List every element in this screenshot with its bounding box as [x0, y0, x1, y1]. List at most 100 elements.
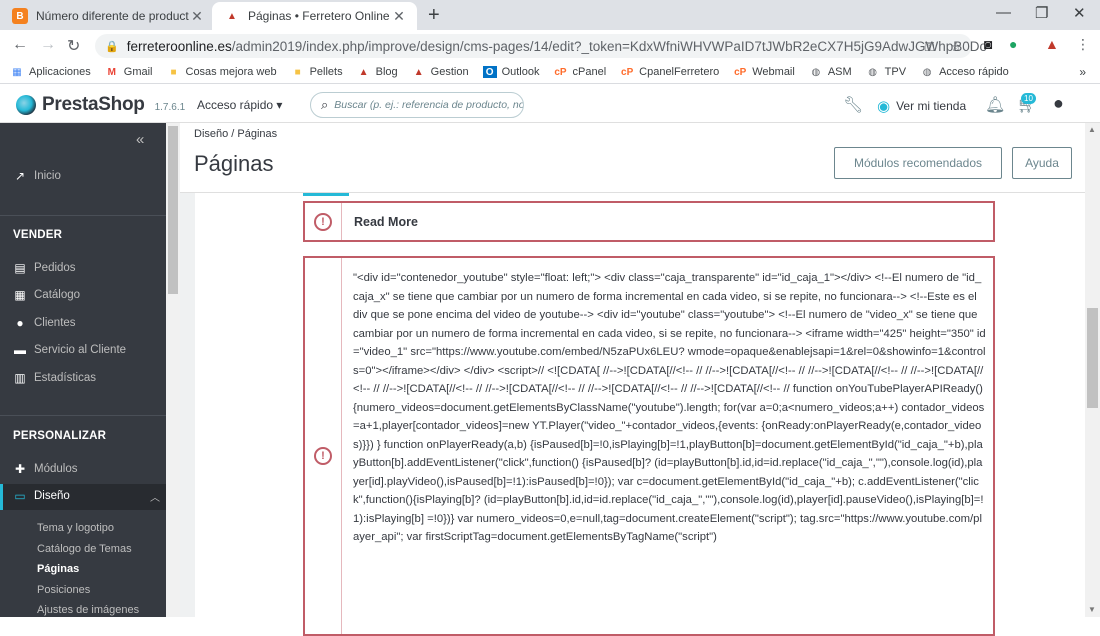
search-icon: ⌕: [321, 97, 329, 112]
tab-title: Páginas • Ferretero Online -Segur: [248, 9, 391, 23]
bookmark-tpv[interactable]: ◍ TPV: [866, 66, 906, 78]
cpanel-icon: cP: [734, 66, 747, 78]
bookmark-folder[interactable]: ■ Pellets: [291, 66, 343, 78]
ferretero-favicon-icon: ▲: [224, 8, 240, 24]
profile-extension-icon[interactable]: ▲: [1045, 36, 1059, 52]
globe-icon: ◍: [922, 66, 932, 78]
browser-menu-icon[interactable]: ⋮: [1076, 36, 1090, 53]
back-icon[interactable]: ←: [12, 36, 28, 54]
bar-chart-icon: ▥: [14, 371, 26, 385]
tab-title: Número diferente de productos po: [36, 9, 189, 23]
forward-icon[interactable]: →: [40, 36, 56, 54]
more-bookmarks-icon[interactable]: »: [1079, 65, 1086, 79]
sidebar-item-inicio[interactable]: ↗ Inicio: [13, 169, 61, 183]
sidebar-item-estadisticas[interactable]: ▥ Estadísticas: [13, 371, 96, 385]
alert-icon-box: !: [305, 258, 341, 634]
collapse-sidebar-icon[interactable]: «: [136, 131, 144, 148]
sidebar-subitem-paginas[interactable]: Páginas: [37, 563, 79, 575]
scrollbar-thumb[interactable]: [168, 126, 178, 294]
main-content: ! Read More ! "<div id="contenedor_youtu…: [180, 193, 1085, 636]
url-host: ferreteroonline.es: [126, 38, 232, 54]
puzzle-icon: ✚: [14, 462, 26, 476]
sidebar: « ↗ Inicio VENDER ▤ Pedidos ▦ Catálogo ● Cli…: [0, 123, 166, 617]
error-circle-icon: !: [314, 447, 332, 465]
bookmark-asm[interactable]: ◍ ASM: [809, 66, 851, 78]
close-tab-icon[interactable]: ✕: [391, 8, 407, 25]
restore-icon[interactable]: ❐: [1035, 4, 1048, 22]
prestashop-logo[interactable]: PrestaShop 1.7.6.1: [16, 94, 185, 116]
window-close-icon[interactable]: ✕: [1073, 4, 1086, 22]
apps-grid-icon: ▦: [12, 66, 22, 78]
sidebar-subitem-tema[interactable]: Tema y logotipo: [37, 522, 114, 534]
ferretero-icon: ▲: [358, 66, 369, 78]
browser-tab-bar: B Número diferente de productos po ✕ ▲ P…: [0, 0, 1100, 30]
cpanel-icon: cP: [621, 66, 634, 78]
sidebar-item-modulos[interactable]: ✚ Módulos: [13, 462, 78, 476]
user-account-icon[interactable]: ●: [1053, 93, 1064, 114]
person-icon: ●: [16, 316, 24, 330]
wrench-icon[interactable]: 🔧︎: [843, 95, 863, 115]
chat-icon: ▬: [14, 343, 26, 357]
bookmark-blog[interactable]: ▲ Blog: [357, 66, 398, 78]
search-placeholder: Buscar (p. ej.: referencia de producto, …: [334, 99, 524, 111]
eye-icon: ◉: [877, 98, 891, 115]
ferretero-icon: ▲: [413, 66, 424, 78]
bookmark-folder[interactable]: ■ Cosas mejora web: [167, 66, 276, 78]
bookmark-cpanel-ferretero[interactable]: cP CpanelFerretero: [620, 66, 719, 78]
page-header: Diseño / Páginas Páginas Módulos recomen…: [180, 123, 1085, 193]
globe-icon: ◍: [811, 66, 821, 78]
key-icon[interactable]: ⚿: [924, 39, 934, 55]
lock-icon: 🔒: [105, 40, 119, 53]
browser-tab-inactive[interactable]: B Número diferente de productos po ✕: [0, 2, 215, 30]
store-icon: ▦: [14, 288, 26, 302]
sidebar-subitem-catalogo-temas[interactable]: Catálogo de Temas: [37, 543, 132, 555]
view-store-link[interactable]: ◉ Ver mi tienda: [877, 97, 966, 115]
sidebar-item-pedidos[interactable]: ▤ Pedidos: [13, 261, 75, 275]
notifications-badge: 10: [1021, 93, 1036, 104]
chevron-up-icon[interactable]: ︿: [150, 489, 160, 504]
new-tab-icon[interactable]: +: [428, 4, 440, 27]
error-message: "<div id="contenedor_youtube" style="flo…: [353, 272, 986, 543]
bookmark-cpanel[interactable]: cP cPanel: [554, 66, 606, 78]
reload-icon[interactable]: ↻: [67, 36, 80, 56]
bookmark-webmail[interactable]: cP Webmail: [733, 66, 795, 78]
sidebar-item-catalogo[interactable]: ▦ Catálogo: [13, 288, 80, 302]
bookmark-gestion[interactable]: ▲ Gestion: [412, 66, 469, 78]
url-input[interactable]: 🔒 ferreteroonline.es/admin2019/index.php…: [95, 34, 987, 58]
bookmark-quick-access[interactable]: ◍ Acceso rápido: [920, 66, 1009, 78]
incognito-extension-icon[interactable]: ◙: [984, 36, 992, 52]
bell-icon[interactable]: 🔔︎: [985, 95, 1005, 115]
scrollbar-thumb[interactable]: [1087, 308, 1098, 408]
folder-icon: ■: [170, 66, 177, 78]
version-label: 1.7.6.1: [154, 101, 186, 113]
sidebar-subitem-ajustes-imagenes[interactable]: Ajustes de imágenes: [37, 604, 139, 616]
scroll-down-icon[interactable]: ▼: [1088, 605, 1096, 614]
green-extension-icon[interactable]: ●: [1009, 36, 1017, 52]
error-alert: ! "<div id="contenedor_youtube" style="f…: [303, 256, 995, 636]
folder-icon: ■: [294, 66, 301, 78]
alert-separator: [341, 258, 342, 634]
sidebar-scrollbar[interactable]: [166, 123, 180, 617]
bookmark-apps[interactable]: ▦ Aplicaciones: [10, 66, 91, 78]
close-tab-icon[interactable]: ✕: [189, 8, 205, 25]
scroll-up-icon[interactable]: ▲: [1088, 125, 1096, 134]
trend-icon: ↗: [14, 169, 26, 183]
recommended-modules-button[interactable]: Módulos recomendados: [834, 147, 1002, 179]
quick-access-dropdown[interactable]: Acceso rápido ▾: [197, 98, 282, 112]
sidebar-item-clientes[interactable]: ● Clientes: [13, 316, 75, 330]
page-title: Páginas: [194, 151, 274, 176]
inbox-icon: ▤: [14, 261, 26, 275]
search-input[interactable]: ⌕ Buscar (p. ej.: referencia de producto…: [310, 92, 524, 118]
page-scrollbar[interactable]: ▲ ▼: [1085, 123, 1100, 617]
sidebar-subitem-posiciones[interactable]: Posiciones: [37, 584, 90, 596]
error-circle-icon: !: [314, 212, 332, 231]
bookmark-gmail[interactable]: M Gmail: [105, 66, 153, 78]
minimize-icon[interactable]: —: [996, 4, 1011, 21]
bookmark-outlook[interactable]: O Outlook: [482, 66, 540, 78]
sidebar-item-diseno[interactable]: ▭ Diseño: [13, 489, 69, 503]
sidebar-item-servicio-cliente[interactable]: ▬ Servicio al Cliente: [13, 343, 126, 357]
blogger-icon: B: [12, 8, 28, 24]
star-icon[interactable]: ☆: [950, 39, 962, 55]
browser-tab-active[interactable]: ▲ Páginas • Ferretero Online -Segur ✕: [212, 2, 417, 30]
help-button[interactable]: Ayuda: [1012, 147, 1072, 179]
